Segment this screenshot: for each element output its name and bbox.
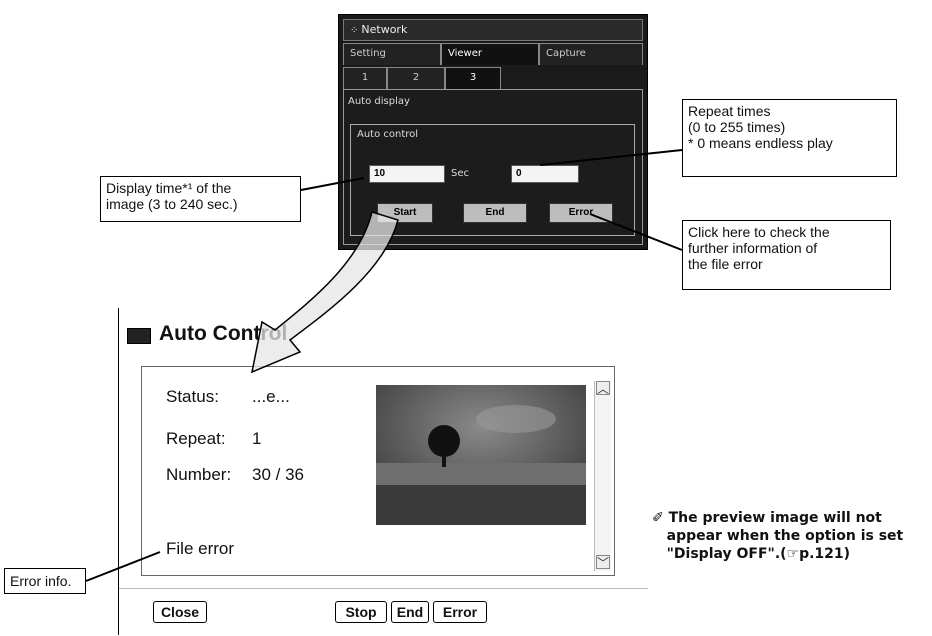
auto-control-title: Auto Control [159,322,288,345]
number-label: Number: [166,465,232,484]
display-time-input[interactable]: 10 [369,165,445,183]
error-button[interactable]: Error [433,601,487,623]
stop-button[interactable]: Stop [335,601,387,623]
callout-line: image (3 to 240 sec.) [106,196,238,212]
chevron-up-icon[interactable]: ︿ [596,381,610,396]
callout-line: Repeat times [688,103,771,119]
display-time-callout: Display time*¹ of the image (3 to 240 se… [100,176,301,222]
auto-control-group: Auto control 10 Sec 0 Start End Error [350,124,635,236]
auto-control-footer: Close Stop End Error [119,588,648,636]
preview-scene [376,385,586,525]
end-button[interactable]: End [463,203,527,223]
callout-line: Display time*¹ of the [106,180,232,196]
callout-line: the file error [688,256,763,272]
window-icon [127,328,151,344]
error-check-callout: Click here to check the further informat… [682,220,891,290]
start-button[interactable]: Start [377,203,433,223]
auto-display-label: Auto display [348,96,410,107]
subtab-2[interactable]: 2 [387,67,445,89]
end-button[interactable]: End [391,601,429,623]
close-button[interactable]: Close [153,601,207,623]
repeat-times-input[interactable]: 0 [511,165,579,183]
network-panel: ⁘ Network Setting Viewer Capture 1 2 3 Au… [338,14,648,250]
auto-control-status-panel: Status: ...e... Repeat: 1 Number: 30 / 3… [141,366,615,576]
error-button[interactable]: Error [549,203,613,223]
status-value: ...e... [252,387,290,406]
network-title: Network [361,23,408,36]
tab-row: Setting Viewer Capture [343,43,643,65]
repeat-times-callout: Repeat times (0 to 255 times) * 0 means … [682,99,897,177]
tab-capture[interactable]: Capture [539,43,643,65]
repeat-label: Repeat: [166,429,226,448]
tab-setting[interactable]: Setting [343,43,441,65]
vertical-scrollbar[interactable]: ︿ ﹀ [594,381,611,571]
preview-note: ✐ The preview image will not appear when… [652,510,904,562]
status-label: Status: [166,387,219,406]
tab-viewer[interactable]: Viewer [441,43,539,65]
auto-control-window: Auto Control Status: ...e... Repeat: 1 N… [118,308,648,635]
network-titlebar: ⁘ Network [343,19,643,41]
callout-line: further information of [688,240,818,256]
auto-display-section: Auto display Auto control 10 Sec 0 Start… [343,89,643,245]
subtab-3[interactable]: 3 [445,67,501,89]
file-error-text: File error [166,539,235,558]
chevron-down-icon[interactable]: ﹀ [596,555,610,570]
callout-line: (0 to 255 times) [688,119,786,135]
callout-line: * 0 means endless play [688,135,833,151]
display-time-unit: Sec [451,168,469,179]
subtab-1[interactable]: 1 [343,67,387,89]
auto-control-titlebar: Auto Control [119,308,648,360]
number-value: 30 / 36 [252,465,304,484]
error-info-callout: Error info. [4,568,86,594]
repeat-value: 1 [252,429,262,448]
network-icon: ⁘ [350,25,359,36]
callout-line: Click here to check the [688,224,830,240]
subtab-row: 1 2 3 [343,67,643,89]
preview-image [376,385,586,525]
auto-control-label: Auto control [355,129,421,140]
